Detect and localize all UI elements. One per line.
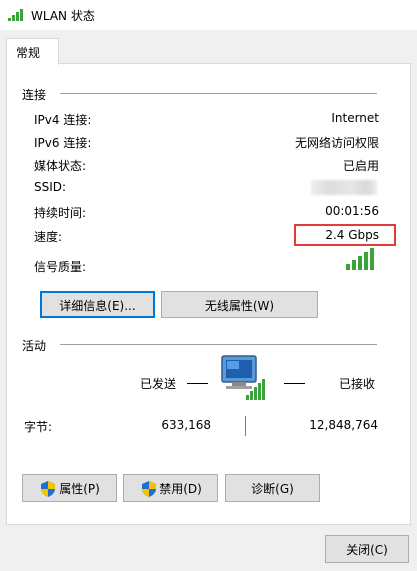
bytes-sent-value: 633,168	[161, 418, 211, 432]
media-state-label: 媒体状态:	[34, 159, 87, 173]
ipv4-value: Internet	[331, 111, 379, 125]
title-bar: WLAN 状态	[0, 0, 417, 30]
activity-header: 活动	[22, 337, 53, 354]
ipv6-value: 无网络访问权限	[294, 136, 379, 150]
diagnose-button-label: 诊断(G)	[251, 482, 294, 496]
wireless-properties-button-label: 无线属性(W)	[204, 299, 275, 313]
tab-general-label: 常规	[16, 46, 41, 60]
ipv4-label: IPv4 连接:	[34, 113, 92, 127]
wireless-properties-button[interactable]: 无线属性(W)	[161, 291, 318, 318]
speed-label: 速度:	[34, 230, 63, 244]
tab-general[interactable]: 常规	[6, 38, 59, 65]
close-button-label: 关闭(C)	[346, 543, 388, 557]
wifi-signal-icon	[8, 9, 23, 21]
connection-divider	[60, 93, 377, 94]
bytes-separator	[245, 416, 246, 436]
details-button[interactable]: 详细信息(E)...	[40, 291, 155, 318]
ssid-value-redacted	[311, 180, 377, 195]
received-label: 已接收	[339, 377, 376, 391]
duration-value: 00:01:56	[325, 204, 379, 218]
duration-label: 持续时间:	[34, 206, 87, 220]
speed-highlight-box	[294, 224, 396, 246]
signal-strength-icon	[346, 248, 374, 270]
properties-button[interactable]: 属性(P)	[22, 474, 117, 502]
bytes-received-value: 12,848,764	[309, 418, 378, 432]
received-dash	[284, 383, 305, 384]
diagnose-button[interactable]: 诊断(G)	[225, 474, 320, 502]
bytes-label: 字节:	[24, 420, 53, 434]
sent-label: 已发送	[140, 377, 177, 391]
disable-button-label: 禁用(D)	[159, 482, 202, 496]
signal-quality-label: 信号质量:	[34, 260, 87, 274]
connection-header: 连接	[22, 86, 53, 103]
disable-button[interactable]: 禁用(D)	[123, 474, 218, 502]
ipv6-label: IPv6 连接:	[34, 136, 92, 150]
close-button[interactable]: 关闭(C)	[325, 535, 409, 563]
media-state-value: 已启用	[342, 159, 379, 173]
details-button-label: 详细信息(E)...	[59, 299, 136, 313]
sent-dash	[187, 383, 208, 384]
network-computer-icon	[221, 355, 265, 400]
properties-button-label: 属性(P)	[59, 482, 100, 496]
ssid-label: SSID:	[34, 180, 67, 194]
activity-divider	[60, 344, 377, 345]
window-title: WLAN 状态	[31, 9, 95, 23]
